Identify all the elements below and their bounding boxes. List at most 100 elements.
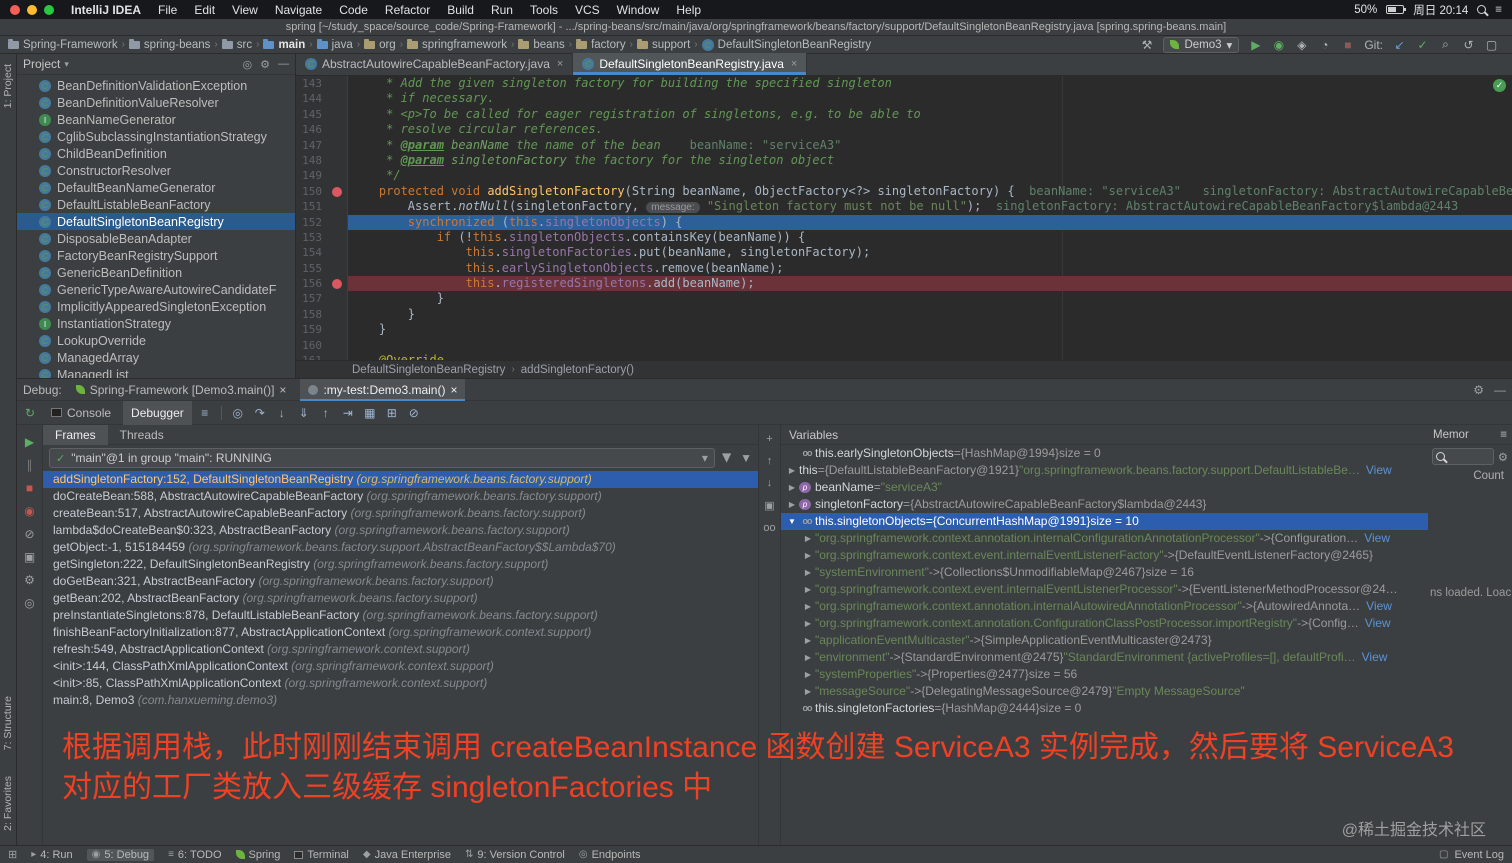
tree-item-beandefinitionvalidationexception[interactable]: C BeanDefinitionValidationException: [17, 77, 295, 94]
breakpoint-icon[interactable]: [332, 279, 342, 290]
debug-session-tab[interactable]: Spring-Framework [Demo3.main()] ×: [68, 379, 295, 401]
tree-item-instantiationstrategy[interactable]: I InstantiationStrategy: [17, 315, 295, 332]
close-icon[interactable]: ×: [450, 383, 457, 397]
copy-value-icon[interactable]: ▣: [764, 499, 774, 512]
stack-frame-row[interactable]: lambda$doCreateBean$0:323, AbstractBeanF…: [43, 522, 758, 539]
move-watch-down-icon[interactable]: ↓: [767, 477, 773, 489]
stack-frame-row[interactable]: finishBeanFactoryInitialization:877, Abs…: [43, 624, 758, 641]
expanded-icon[interactable]: ▼: [785, 513, 799, 530]
pause-icon[interactable]: ∥: [27, 458, 33, 472]
stop-icon[interactable]: ■: [1341, 38, 1354, 52]
code-line-text[interactable]: }: [348, 322, 1512, 337]
debug-session-tab-active[interactable]: :my-test:Demo3.main() ×: [300, 378, 466, 401]
variable-row[interactable]: ▶ "org.springframework.context.annotation…: [781, 598, 1428, 615]
code-line-text[interactable]: synchronized (this.singletonObjects) {: [348, 214, 1512, 230]
breadcrumb-class[interactable]: DefaultSingletonBeanRegistry: [352, 364, 505, 376]
stack-frame-row[interactable]: getSingleton:222, DefaultSingletonBeanRe…: [43, 556, 758, 573]
stack-frame-row[interactable]: getObject:-1, 515184459 (org.springframe…: [43, 539, 758, 556]
statusbar-item-javaee[interactable]: ◆ Java Enterprise: [363, 849, 451, 861]
breadcrumb-item-java[interactable]: java: [316, 38, 353, 51]
stack-frame-row[interactable]: preInstantiateSingletons:878, DefaultLis…: [43, 607, 758, 624]
menu-item-tools[interactable]: Tools: [530, 3, 558, 17]
breakpoint-icon[interactable]: [332, 186, 342, 197]
breakpoint-gutter[interactable]: [328, 107, 348, 122]
move-watch-up-icon[interactable]: ↑: [767, 455, 773, 467]
gear-icon[interactable]: ⚙: [1473, 383, 1484, 397]
collapsed-icon[interactable]: ▶: [801, 581, 815, 598]
profiler-icon[interactable]: ◔: [1318, 38, 1331, 52]
stack-frame-row[interactable]: main:8, Demo3 (com.hanxueming.demo3): [43, 692, 758, 709]
breakpoint-gutter[interactable]: [328, 291, 348, 306]
code-line-text[interactable]: if (!this.singletonObjects.containsKey(b…: [348, 230, 1512, 245]
thread-dump-icon[interactable]: ▣: [24, 550, 35, 564]
memory-count-header[interactable]: Count: [1428, 468, 1512, 484]
close-icon[interactable]: ×: [279, 383, 286, 397]
stack-frame-row[interactable]: doGetBean:321, AbstractBeanFactory (org.…: [43, 573, 758, 590]
view-link[interactable]: View: [1365, 615, 1391, 632]
menu-icon[interactable]: ≡: [1500, 429, 1507, 441]
breakpoint-gutter[interactable]: [328, 338, 348, 353]
breakpoint-gutter[interactable]: [328, 184, 348, 199]
run-to-cursor-icon[interactable]: ⇥: [339, 406, 357, 420]
thread-selector[interactable]: ✓ "main"@1 in group "main": RUNNING ▾: [49, 448, 715, 468]
editor-tab-defaultsingletonbeanregistry.java[interactable]: C DefaultSingletonBeanRegistry.java ×: [573, 53, 808, 75]
view-breakpoints-grid-icon[interactable]: ⊞: [383, 406, 401, 420]
tree-item-beannamegenerator[interactable]: I BeanNameGenerator: [17, 111, 295, 128]
close-icon[interactable]: ×: [791, 58, 797, 70]
breadcrumb-item-org[interactable]: org: [364, 38, 396, 51]
code-line-text[interactable]: */: [348, 168, 1512, 183]
collapsed-icon[interactable]: ▶: [801, 615, 815, 632]
mute-breakpoints-icon[interactable]: ⊘: [24, 527, 34, 541]
collapsed-icon[interactable]: ▶: [801, 547, 815, 564]
code-line-text[interactable]: Assert.notNull(singletonFactory, message…: [348, 199, 1512, 214]
frame-down-icon[interactable]: ▶: [720, 453, 734, 462]
statusbar-item-spring[interactable]: Spring: [235, 849, 280, 861]
collapsed-icon[interactable]: ▶: [785, 479, 799, 496]
force-step-into-icon[interactable]: ⇓: [295, 406, 313, 420]
breakpoint-gutter[interactable]: [328, 138, 348, 153]
evaluate-expression-icon[interactable]: ▦: [361, 406, 379, 420]
editor-tab-abstractautowirecapablebeanfactory.java[interactable]: C AbstractAutowireCapableBeanFactory.java…: [296, 53, 574, 75]
menu-item-window[interactable]: Window: [617, 3, 660, 17]
breakpoint-gutter[interactable]: [328, 261, 348, 276]
view-link[interactable]: View: [1362, 649, 1388, 666]
breakpoint-gutter[interactable]: [328, 215, 348, 230]
code-line-text[interactable]: }: [348, 307, 1512, 322]
pin-icon[interactable]: ◎: [24, 596, 34, 610]
breakpoint-gutter[interactable]: [328, 230, 348, 245]
tab-threads[interactable]: Threads: [108, 425, 176, 445]
tree-item-generictypeawareautowirecandidatef[interactable]: C GenericTypeAwareAutowireCandidateF: [17, 281, 295, 298]
show-execution-point-icon[interactable]: ◎: [229, 406, 247, 420]
breakpoint-gutter[interactable]: [328, 307, 348, 322]
variable-row[interactable]: ▶ this = {DefaultListableBeanFactory@1921…: [781, 462, 1428, 479]
gear-icon[interactable]: ⚙: [1498, 450, 1508, 464]
toolwindow-favorites-button[interactable]: 2: Favorites: [2, 776, 14, 831]
breadcrumb-item-springframework[interactable]: springframework: [407, 38, 507, 51]
tab-debugger[interactable]: Debugger: [123, 400, 192, 425]
gear-icon[interactable]: ⚙: [260, 58, 270, 71]
tree-item-constructorresolver[interactable]: C ConstructorResolver: [17, 162, 295, 179]
tab-console[interactable]: Console: [43, 401, 119, 425]
git-update-icon[interactable]: ↙: [1393, 38, 1406, 52]
breadcrumb-method[interactable]: addSingletonFactory(): [521, 364, 634, 376]
zoom-window-button[interactable]: [44, 4, 54, 15]
breadcrumb-item-spring-beans[interactable]: spring-beans: [128, 38, 210, 51]
breakpoint-gutter[interactable]: [328, 199, 348, 214]
variable-row[interactable]: ▶ "org.springframework.context.event.inte…: [781, 547, 1428, 564]
menu-item-intellij-idea[interactable]: IntelliJ IDEA: [71, 3, 141, 17]
breakpoint-gutter[interactable]: [328, 122, 348, 137]
tree-item-genericbeandefinition[interactable]: C GenericBeanDefinition: [17, 264, 295, 281]
variable-row[interactable]: ▶ "applicationEventMulticaster" -> {Simpl…: [781, 632, 1428, 649]
toolwindow-switcher-icon[interactable]: ⊞: [8, 848, 17, 861]
view-breakpoints-icon[interactable]: ◉: [24, 504, 34, 518]
breakpoint-gutter[interactable]: [328, 322, 348, 337]
breakpoint-gutter[interactable]: [328, 91, 348, 106]
collapsed-icon[interactable]: ▶: [801, 683, 815, 700]
control-center-icon[interactable]: ≡: [1495, 4, 1502, 16]
coverage-icon[interactable]: ◈: [1295, 38, 1308, 52]
breakpoint-gutter[interactable]: [328, 168, 348, 183]
menu-item-view[interactable]: View: [232, 3, 258, 17]
show-watches-icon[interactable]: oo: [763, 522, 775, 534]
build-hammer-icon[interactable]: ⚒: [1140, 38, 1153, 52]
filter-frames-icon[interactable]: ▼: [740, 451, 752, 465]
